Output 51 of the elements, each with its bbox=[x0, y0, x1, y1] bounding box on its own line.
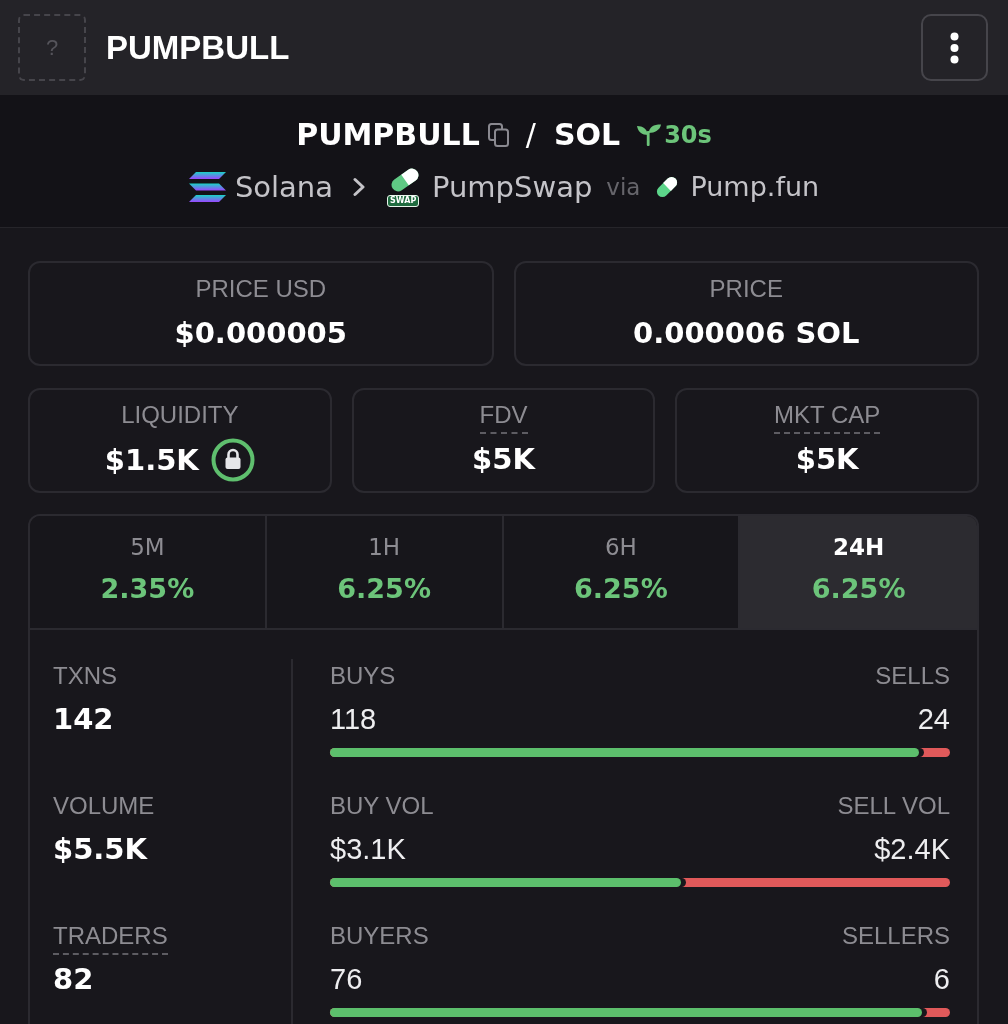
solana-logo-icon bbox=[188, 172, 226, 202]
stat-label: TRADERS bbox=[53, 921, 168, 955]
menu-button[interactable] bbox=[921, 14, 988, 81]
stat-value: 142 bbox=[53, 701, 114, 737]
dex-name[interactable]: PumpSwap bbox=[432, 169, 593, 205]
token-title: PUMPBULL bbox=[106, 27, 290, 68]
buy-label: BUY VOL bbox=[330, 791, 434, 821]
sprout-icon bbox=[636, 124, 663, 146]
stat-label: VOLUME bbox=[53, 791, 155, 821]
sell-label: SELLERS bbox=[841, 921, 950, 951]
price-value: $0.000005 bbox=[174, 315, 347, 351]
percent-change: 6.25% bbox=[337, 572, 431, 606]
period-tab[interactable]: 5M 2.35% bbox=[30, 516, 267, 628]
percent-change: 6.25% bbox=[574, 572, 668, 606]
sell-label: SELL VOL bbox=[837, 791, 950, 821]
sell-label: SELLS bbox=[875, 661, 950, 691]
chevron-right-icon bbox=[353, 177, 366, 197]
copy-icon[interactable] bbox=[487, 123, 510, 147]
launchpad-name[interactable]: Pump.fun bbox=[690, 169, 820, 205]
buy-label: BUYS bbox=[330, 661, 396, 691]
sell-value: 6 bbox=[933, 962, 950, 997]
period-tab[interactable]: 24H 6.25% bbox=[740, 516, 977, 628]
via-text: via bbox=[606, 173, 641, 202]
chain-name[interactable]: Solana bbox=[234, 169, 333, 205]
stat-value: $5.5K bbox=[53, 831, 148, 867]
buy-value: 118 bbox=[330, 702, 377, 737]
price-label: PRICE USD bbox=[195, 274, 327, 304]
buy-label: BUYERS bbox=[330, 921, 429, 951]
metric-value: $5K bbox=[795, 441, 859, 478]
buy-value: $3.1K bbox=[330, 832, 406, 867]
price-label: PRICE bbox=[709, 274, 783, 304]
kebab-menu-icon bbox=[950, 31, 959, 64]
metric-label: MKT CAP bbox=[774, 400, 881, 434]
swap-label: SWAP bbox=[387, 195, 420, 207]
metric-value: $5K bbox=[472, 441, 535, 478]
buy-value: 76 bbox=[330, 962, 363, 997]
pair-separator: / bbox=[525, 116, 536, 154]
stat-label: TXNS bbox=[53, 661, 117, 691]
metric-value: $1.5K bbox=[104, 442, 199, 479]
sell-value: 24 bbox=[917, 702, 950, 737]
pair-age: 30s bbox=[664, 120, 712, 151]
quote-token-symbol: SOL bbox=[553, 116, 621, 154]
stat-value: 82 bbox=[53, 961, 94, 997]
sell-value: $2.4K bbox=[874, 832, 950, 867]
percent-change: 2.35% bbox=[100, 572, 195, 606]
metric-label: LIQUIDITY bbox=[121, 400, 239, 430]
metric-label: FDV bbox=[479, 400, 528, 434]
price-value: 0.000006 SOL bbox=[633, 315, 860, 351]
question-mark: ? bbox=[45, 34, 59, 61]
percent-change: 6.25% bbox=[811, 572, 906, 606]
base-token-symbol: PUMPBULL bbox=[296, 116, 480, 154]
